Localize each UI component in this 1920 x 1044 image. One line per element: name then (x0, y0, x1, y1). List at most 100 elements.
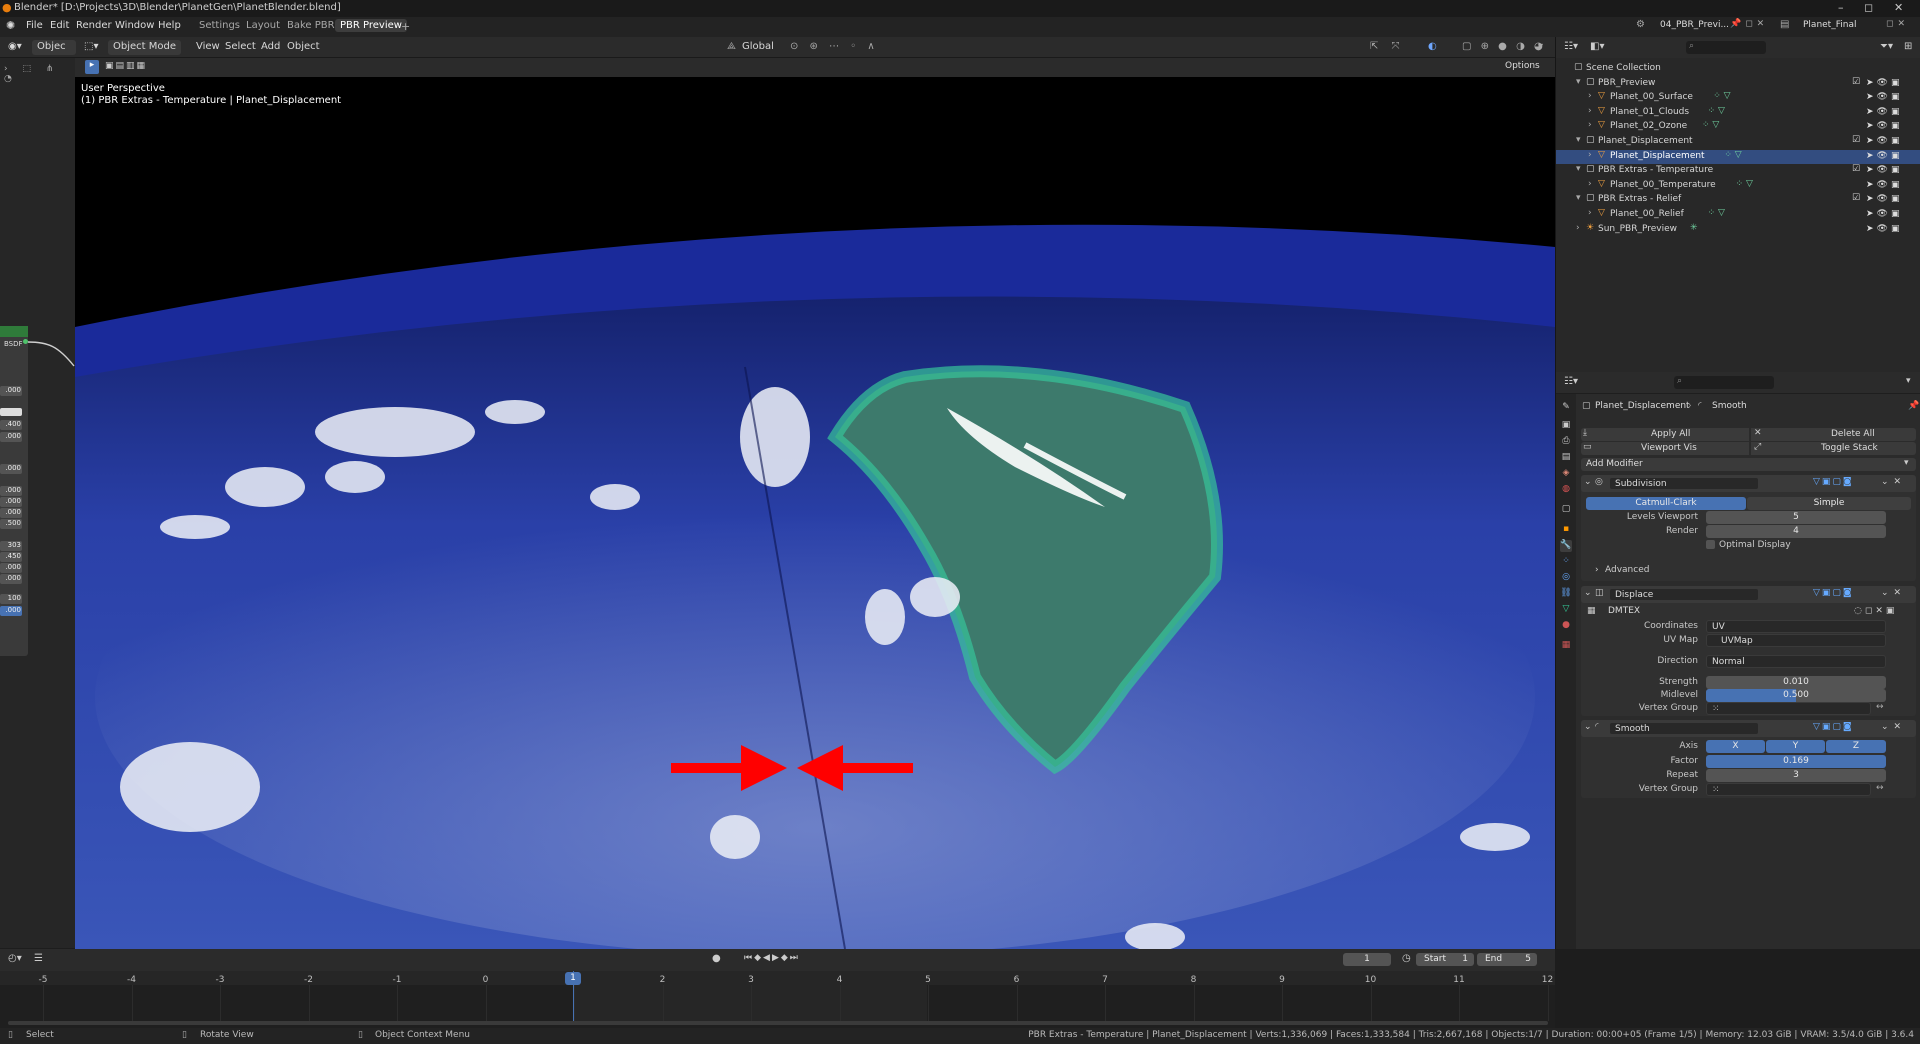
pin-icon[interactable]: 📌 (1908, 401, 1919, 411)
particles-tab-icon[interactable]: ⁘ (1560, 556, 1572, 568)
bsdf-node[interactable]: BSDF .000 .400 .000 .000 .000 .000 .000 … (0, 326, 28, 656)
transform-orientation-selector[interactable]: Global (742, 41, 774, 52)
shading-modes-icon[interactable]: ▢ ⊕ ● ◑ ◕ (1462, 41, 1546, 52)
catmull-clark-button[interactable]: Catmull-Clark (1586, 497, 1746, 510)
object-tab-icon[interactable]: ▪ (1560, 524, 1572, 536)
data-tab-icon[interactable]: ▽ (1560, 604, 1572, 616)
node-value[interactable]: .500 (0, 519, 22, 529)
collapse-chevron-icon[interactable]: ⌄ (1584, 477, 1592, 487)
node-tools-icon[interactable]: › ⬚ ⋔ ◔ (4, 64, 75, 84)
axis-z-toggle[interactable]: Z (1826, 740, 1886, 753)
visibility-toggles-icon[interactable]: ➤👁▣ (1866, 151, 1902, 161)
scene-tab-icon[interactable]: ◈ (1560, 468, 1572, 480)
modifier-toggles-icon[interactable]: ▽▣▢◙ (1813, 477, 1854, 487)
view-layer-actions-icon[interactable]: ◻✕ (1886, 19, 1909, 29)
menu-help[interactable]: Help (158, 20, 181, 31)
timeline-menu-icon[interactable]: ☰ (34, 953, 43, 964)
direction-dropdown[interactable]: Normal (1706, 655, 1886, 668)
invert-vertex-group-icon[interactable]: ↔ (1876, 783, 1884, 793)
start-frame-field[interactable]: Start 1 (1416, 953, 1474, 966)
shading-options-icon[interactable]: ▾ (1538, 41, 1543, 52)
render-levels-field[interactable]: 4 (1706, 525, 1886, 538)
visibility-toggles-icon[interactable]: ➤👁▣ (1866, 121, 1902, 131)
add-modifier-dropdown[interactable]: Add Modifier ▾ (1581, 458, 1916, 471)
display-mode-icon[interactable]: ◧▾ (1590, 41, 1604, 52)
viewport-vis-button[interactable]: ▭ Viewport Vis (1581, 442, 1749, 455)
record-button[interactable]: ● (712, 953, 721, 964)
tab-settings[interactable]: Settings (199, 20, 240, 31)
outliner-row[interactable]: › ▽ Planet_Displacement ⁘ ▽ ➤👁▣ (1556, 149, 1920, 164)
subdivision-name-field[interactable]: Subdivision (1609, 477, 1759, 490)
outliner-row[interactable]: › ☀ Sun_PBR_Preview ✳ ➤👁▣ (1556, 223, 1920, 237)
node-value[interactable]: .000 (0, 497, 22, 507)
editor-type-icon[interactable]: ◉▾ (8, 41, 22, 52)
expand-arrow-icon[interactable]: ▾ (1576, 135, 1581, 145)
texture-tab-icon[interactable]: ▦ (1560, 640, 1572, 652)
scene-selector[interactable]: 04_PBR_Previ... (1660, 20, 1729, 30)
playback-controls-icon[interactable]: ⏮◆◀▶◆⏭ (744, 953, 800, 963)
visibility-toggles-icon[interactable]: ➤👁▣ (1866, 107, 1902, 117)
modifier-mesh-data-icon[interactable]: ⁘ ▽ (1702, 120, 1719, 130)
object-menu[interactable]: Object (287, 41, 320, 52)
visibility-toggles-icon[interactable]: ➤👁▣ (1866, 194, 1902, 204)
outliner-row[interactable]: › ▽ Planet_02_Ozone ⁘ ▽ ➤👁▣ (1556, 120, 1920, 134)
light-data-icon[interactable]: ✳ (1690, 223, 1698, 233)
menu-edit[interactable]: Edit (50, 20, 69, 31)
modifier-menu-icon[interactable]: ⌄✕ (1881, 588, 1906, 598)
smooth-vertex-group-field[interactable]: ⁙ (1706, 783, 1871, 796)
modifier-tab-icon[interactable]: 🔧 (1560, 540, 1572, 552)
outliner-row[interactable]: › ▽ Planet_01_Clouds ⁘ ▽ ➤👁▣ (1556, 106, 1920, 120)
3d-viewport[interactable]: User Perspective (1) PBR Extras - Temper… (75, 77, 1555, 949)
node-value[interactable]: .000 (0, 386, 22, 396)
maximize-button[interactable]: ◻ (1864, 1, 1873, 14)
expand-arrow-icon[interactable]: ▾ (1576, 193, 1581, 203)
view-layer-tab-icon[interactable]: ▤ (1560, 452, 1572, 464)
tab-layout[interactable]: Layout (246, 20, 280, 31)
modifier-toggles-icon[interactable]: ▽▣▢◙ (1813, 588, 1854, 598)
expand-arrow-icon[interactable]: ▾ (1576, 164, 1581, 174)
node-value[interactable]: .000 (0, 432, 22, 442)
outliner-row[interactable]: ▾ ▢ PBR_Preview ☑ ➤👁▣ (1556, 77, 1920, 91)
world-tab-icon[interactable]: ◍ (1560, 484, 1572, 496)
node-value[interactable]: .000 (0, 464, 22, 474)
node-value[interactable]: 303 (0, 541, 22, 551)
advanced-section[interactable]: Advanced (1605, 565, 1649, 575)
axis-x-toggle[interactable]: X (1706, 740, 1765, 753)
timeline-area[interactable]: -5-4-3-2-10123456789101112 1 (0, 971, 1555, 1028)
node-color-swatch[interactable] (0, 408, 22, 416)
expand-arrow-icon[interactable]: ▾ (1576, 77, 1581, 87)
outliner-row[interactable]: › ▽ Planet_00_Relief ⁘ ▽ ➤👁▣ (1556, 208, 1920, 222)
collection-tab-icon[interactable]: ▢ (1560, 504, 1572, 516)
tool-tab-icon[interactable]: ✎ (1560, 402, 1572, 414)
visibility-toggles-icon[interactable]: ➤👁▣ (1866, 224, 1902, 234)
uv-map-field[interactable]: UVMap (1706, 634, 1886, 647)
invert-vertex-group-icon[interactable]: ↔ (1876, 702, 1884, 712)
pivot-snap-icon[interactable]: ⊙ ⊛ ⋯ ◦ ∧ (790, 41, 879, 52)
outliner-row[interactable]: › ▽ Planet_00_Temperature ⁘ ▽ ➤👁▣ (1556, 179, 1920, 193)
view-layer-selector[interactable]: Planet_Final (1803, 20, 1856, 30)
select-menu[interactable]: Select (225, 41, 256, 52)
visibility-toggles-icon[interactable]: ➤👁▣ (1866, 136, 1902, 146)
levels-viewport-field[interactable]: 5 (1706, 511, 1886, 524)
outliner-row[interactable]: ▢ Scene Collection (1556, 62, 1920, 76)
scene-actions-icon[interactable]: 📌◻✕ (1730, 19, 1768, 29)
select-tool-icon[interactable]: ▸ (85, 60, 99, 74)
constraints-tab-icon[interactable]: ⛓ (1560, 588, 1572, 600)
outliner-search-input[interactable]: ⌕ (1686, 41, 1766, 54)
smooth-name-field[interactable]: Smooth (1609, 722, 1759, 735)
axis-y-toggle[interactable]: Y (1766, 740, 1825, 753)
clock-icon[interactable]: ◷ (1402, 953, 1411, 964)
filter-icon[interactable]: ⏷▾ (1880, 41, 1893, 52)
outliner-row[interactable]: ▾ ▢ PBR Extras - Relief ☑ ➤👁▣ (1556, 193, 1920, 207)
node-value[interactable]: .450 (0, 552, 22, 562)
advanced-chevron-icon[interactable]: › (1595, 565, 1599, 575)
expand-arrow-icon[interactable]: › (1588, 91, 1592, 101)
view-menu[interactable]: View (196, 41, 220, 52)
mode-selector-left[interactable]: Objec (32, 40, 76, 55)
expand-arrow-icon[interactable]: › (1588, 150, 1592, 160)
editor-type-3d-icon[interactable]: ⬚▾ (84, 41, 98, 52)
exclude-checkbox[interactable]: ☑ (1852, 164, 1860, 174)
expand-arrow-icon[interactable]: › (1588, 120, 1592, 130)
midlevel-slider[interactable]: 0.500 (1706, 689, 1886, 702)
visibility-toggles-icon[interactable]: ➤👁▣ (1866, 92, 1902, 102)
